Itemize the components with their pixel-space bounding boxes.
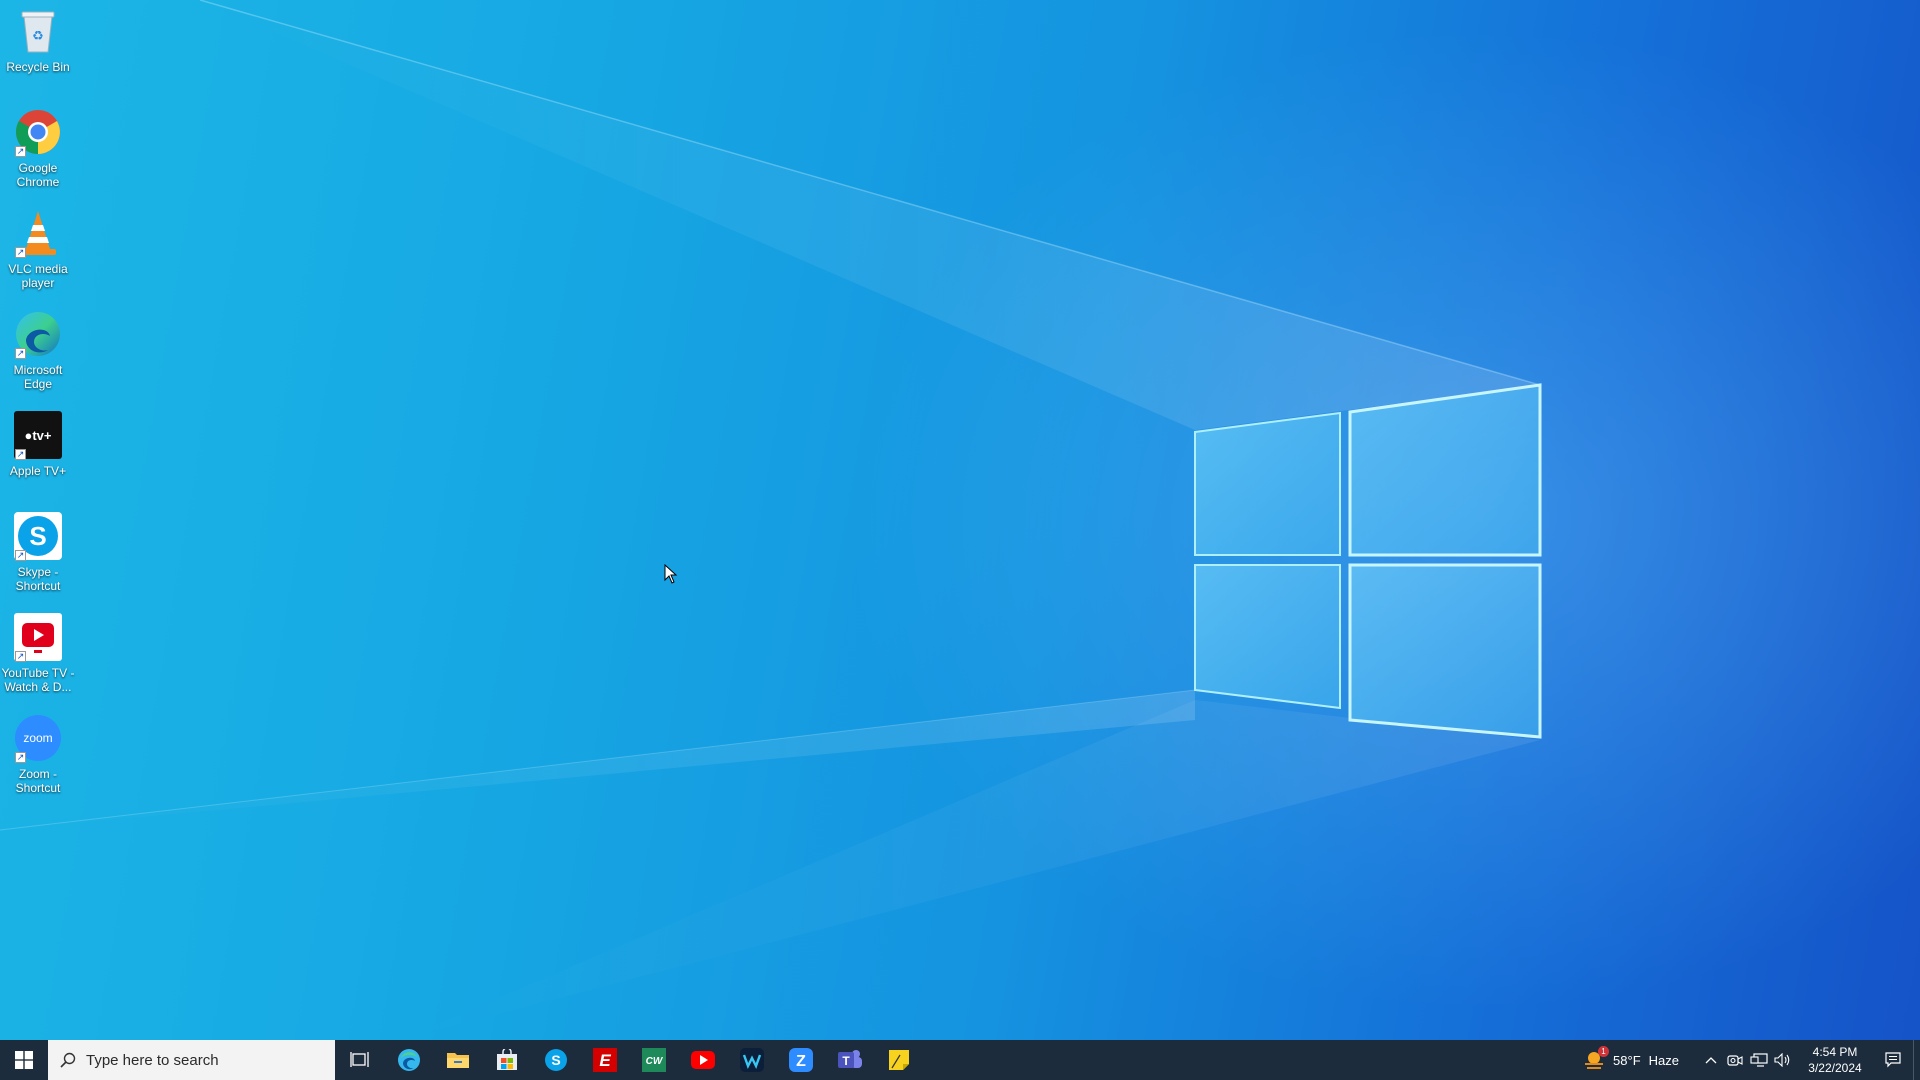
desktop[interactable]: ♻ Recycle Bin ↗ Google Chrome ↗ VLC medi… [0, 0, 1920, 1040]
taskbar-search-box[interactable]: Type here to search [48, 1040, 335, 1080]
desktop-icon-label: Google Chrome [16, 161, 60, 189]
taskbar-webex[interactable] [727, 1040, 776, 1080]
cw-icon: CW [641, 1048, 666, 1072]
taskbar-zoom[interactable]: Z [776, 1040, 825, 1080]
svg-text:♻: ♻ [32, 29, 44, 44]
speaker-icon [1774, 1053, 1790, 1067]
skype-icon: S [544, 1049, 567, 1071]
edge-icon [397, 1049, 420, 1071]
zoom-icon: zoom ↗ [13, 713, 63, 763]
shortcut-arrow-icon: ↗ [15, 550, 26, 561]
tray-network[interactable] [1747, 1040, 1771, 1080]
desktop-icon-zoom[interactable]: zoom ↗ Zoom - Shortcut [0, 713, 76, 795]
notifications-icon [1885, 1052, 1901, 1068]
sticky-notes-icon [888, 1050, 909, 1070]
youtube-icon [690, 1051, 715, 1069]
taskbar: Type here to search S E CW Z T 1 58°F Ha… [0, 1040, 1920, 1080]
task-view-button[interactable] [335, 1040, 384, 1080]
youtube-tv-icon: ↗ [13, 612, 63, 662]
show-hidden-icons-button[interactable] [1699, 1040, 1723, 1080]
mouse-cursor-icon [664, 564, 678, 584]
search-placeholder: Type here to search [86, 1051, 219, 1069]
windows-logo-wallpaper [1194, 383, 1542, 739]
apple-tv-icon: ●tv+ ↗ [13, 410, 63, 460]
shortcut-arrow-icon: ↗ [15, 752, 26, 763]
weather-haze-icon: 1 [1583, 1046, 1610, 1071]
desktop-icon-label: Zoom - Shortcut [15, 767, 61, 795]
svg-text:Z: Z [796, 1053, 806, 1070]
tray-meet-now[interactable] [1723, 1040, 1747, 1080]
svg-text:T: T [842, 1054, 850, 1068]
weather-condition: Haze [1648, 1052, 1679, 1068]
weather-alert-badge: 1 [1598, 1046, 1610, 1057]
desktop-icon-microsoft-edge[interactable]: ↗ Microsoft Edge [0, 309, 76, 391]
desktop-icon-label: Microsoft Edge [13, 363, 63, 391]
taskbar-skype[interactable]: S [531, 1040, 580, 1080]
desktop-icon-skype[interactable]: S ↗ Skype - Shortcut [0, 511, 76, 593]
taskbar-youtube[interactable] [678, 1040, 727, 1080]
weather-temperature: 58°F [1613, 1052, 1641, 1068]
zoom-icon: Z [788, 1048, 813, 1072]
taskbar-cw[interactable]: CW [629, 1040, 678, 1080]
taskbar-edge[interactable] [384, 1040, 433, 1080]
windows-start-icon [15, 1051, 33, 1069]
chrome-icon: ↗ [13, 107, 63, 157]
weather-widget[interactable]: 1 58°F Haze [1575, 1040, 1687, 1080]
file-explorer-icon [446, 1053, 469, 1068]
recycle-bin-icon: ♻ [13, 6, 63, 56]
chevron-up-icon [1705, 1057, 1717, 1064]
search-icon [60, 1052, 76, 1068]
taskbar-sticky-notes[interactable] [874, 1040, 923, 1080]
shortcut-arrow-icon: ↗ [15, 146, 26, 157]
action-center-button[interactable] [1873, 1040, 1913, 1080]
desktop-icon-label: Skype - Shortcut [15, 565, 61, 593]
svg-text:E: E [599, 1051, 611, 1070]
task-view-icon [349, 1052, 369, 1067]
start-button[interactable] [0, 1040, 48, 1080]
desktop-icon-label: Apple TV+ [9, 464, 67, 478]
system-tray: 1 58°F Haze 4:54 PM 3/22/2024 [1575, 1040, 1920, 1080]
desktop-icon-recycle-bin[interactable]: ♻ Recycle Bin [0, 6, 76, 74]
shortcut-arrow-icon: ↗ [15, 247, 26, 258]
show-desktop-button[interactable] [1913, 1040, 1920, 1080]
desktop-icon-label: VLC media player [8, 262, 68, 290]
vlc-cone-icon: ↗ [13, 208, 63, 258]
clock-time: 4:54 PM [1812, 1045, 1858, 1059]
clock-date: 3/22/2024 [1808, 1061, 1862, 1075]
tray-volume[interactable] [1771, 1040, 1795, 1080]
svg-text:S: S [29, 521, 46, 551]
desktop-icon-google-chrome[interactable]: ↗ Google Chrome [0, 107, 76, 189]
desktop-icon-youtube-tv[interactable]: ↗ YouTube TV - Watch & D... [0, 612, 76, 694]
webex-icon [739, 1048, 764, 1072]
desktop-icon-apple-tv[interactable]: ●tv+ ↗ Apple TV+ [0, 410, 76, 478]
edge-icon: ↗ [13, 309, 63, 359]
wallpaper-light-rays [0, 0, 1541, 1040]
desktop-icon-label: YouTube TV - Watch & D... [1, 666, 75, 694]
microsoft-store-icon [496, 1049, 517, 1070]
svg-text:CW: CW [645, 1056, 663, 1067]
espn-icon: E [592, 1048, 617, 1072]
taskbar-espn[interactable]: E [580, 1040, 629, 1080]
svg-text:zoom: zoom [23, 731, 52, 745]
teams-icon: T [837, 1050, 862, 1068]
network-icon [1750, 1053, 1768, 1067]
svg-text:S: S [551, 1052, 560, 1068]
taskbar-clock[interactable]: 4:54 PM 3/22/2024 [1801, 1044, 1869, 1076]
shortcut-arrow-icon: ↗ [15, 348, 26, 359]
taskbar-teams[interactable]: T [825, 1040, 874, 1080]
desktop-icon-vlc[interactable]: ↗ VLC media player [0, 208, 76, 290]
taskbar-file-explorer[interactable] [433, 1040, 482, 1080]
svg-text:●tv+: ●tv+ [24, 428, 51, 443]
camera-icon [1727, 1055, 1743, 1066]
shortcut-arrow-icon: ↗ [15, 651, 26, 662]
taskbar-microsoft-store[interactable] [482, 1040, 531, 1080]
desktop-icon-label: Recycle Bin [6, 60, 70, 74]
shortcut-arrow-icon: ↗ [15, 449, 26, 460]
skype-icon: S ↗ [13, 511, 63, 561]
